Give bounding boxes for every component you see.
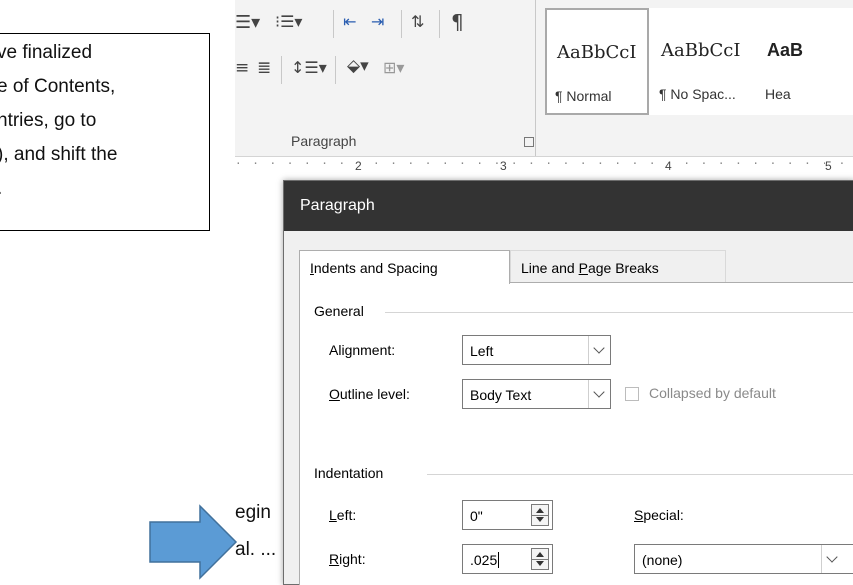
ruler-number: 5	[825, 159, 832, 173]
callout-line: .	[0, 178, 2, 200]
line-spacing-icon[interactable]: ↕☰▾	[291, 58, 327, 77]
spin-buttons-icon[interactable]	[531, 548, 549, 570]
label-text: nment:	[352, 342, 396, 358]
tab-label: Line and	[521, 260, 579, 276]
paragraph-group-label: Paragraph	[291, 133, 357, 149]
collapsed-by-default-checkbox[interactable]	[625, 387, 639, 401]
alignment-label: Alignment:	[329, 342, 395, 358]
label-accel: L	[329, 507, 337, 523]
ribbon: ☰▾ ⁝☰▾ ⇤ ⇥ ⇅ ¶ ≡ ≣ ↕☰▾ ⬙▾ ⊞▾ Paragraph A…	[235, 0, 853, 157]
show-formatting-pilcrow-icon[interactable]: ¶	[451, 10, 464, 34]
label-text: pecial:	[643, 507, 684, 523]
style-name: Hea	[765, 86, 791, 102]
indentation-divider	[427, 474, 853, 475]
ruler-number: 4	[665, 159, 672, 173]
style-no-spacing[interactable]: AaBbCcI ¶ No Spac...	[651, 8, 755, 115]
decrease-indent-icon[interactable]: ⇤	[343, 12, 356, 31]
right-indent-value: .025	[470, 552, 500, 568]
label-accel: O	[329, 386, 340, 402]
ruler-number: 3	[500, 159, 507, 173]
label-text: Ali	[329, 342, 345, 358]
tab-label: age Breaks	[587, 260, 659, 276]
right-indent-label: Right:	[329, 551, 366, 567]
dialog-titlebar[interactable]: Paragraph	[284, 181, 853, 231]
label-text: ight:	[339, 551, 366, 567]
indents-spacing-panel: General Alignment: Left Outline level: B…	[299, 282, 853, 585]
ruler-number: 2	[355, 159, 362, 173]
tab-label: ndents and Spacing	[313, 260, 438, 276]
callout-line: ntries, go to	[0, 110, 97, 131]
paragraph-dialog: Paragraph Indents and Spacing Line and P…	[283, 180, 853, 585]
tab-label-accel: P	[578, 260, 588, 276]
tab-line-and-page-breaks[interactable]: Line and Page Breaks	[510, 250, 726, 282]
special-select[interactable]: (none)	[634, 544, 853, 574]
borders-icon[interactable]: ⊞▾	[383, 58, 404, 77]
pointer-arrow-icon	[149, 504, 238, 580]
left-indent-label: Left:	[329, 507, 356, 523]
style-normal[interactable]: AaBbCcI ¶ Normal	[545, 8, 649, 115]
callout-line: ve finalized	[0, 42, 93, 63]
align-right-icon[interactable]: ≡	[235, 58, 249, 78]
styles-gallery: AaBbCcI ¶ Normal AaBbCcI ¶ No Spac... Aa…	[545, 8, 853, 115]
label-accel: S	[634, 507, 644, 523]
label-text: utline level:	[339, 386, 410, 402]
style-heading[interactable]: AaB Hea	[757, 8, 853, 115]
collapsed-by-default-label: Collapsed by default	[649, 385, 776, 401]
sort-icon[interactable]: ⇅	[411, 12, 424, 31]
right-indent-text: .025	[470, 552, 498, 568]
left-indent-value: 0"	[470, 508, 483, 524]
general-heading: General	[314, 303, 364, 319]
indentation-heading: Indentation	[314, 465, 384, 481]
text-caret	[498, 552, 500, 568]
left-indent-spinner[interactable]: 0"	[462, 500, 553, 530]
ruler-ticks: · · · · · · · · · · · · · · · · · · · · …	[235, 157, 853, 170]
increase-indent-icon[interactable]: ⇥	[371, 12, 384, 31]
alignment-select[interactable]: Left	[462, 335, 611, 365]
special-label: Special:	[634, 507, 684, 523]
chevron-down-icon[interactable]	[588, 336, 610, 364]
special-value: (none)	[642, 552, 683, 568]
tab-indents-and-spacing[interactable]: Indents and Spacing	[299, 250, 510, 284]
alignment-value: Left	[470, 343, 494, 359]
chevron-down-icon[interactable]	[588, 380, 610, 408]
shading-icon[interactable]: ⬙▾	[347, 56, 369, 76]
outline-level-select[interactable]: Body Text	[462, 379, 611, 409]
horizontal-ruler: · · · · · · · · · · · · · · · · · · · · …	[235, 157, 853, 177]
callout-line: ), and shift the	[0, 144, 118, 165]
bullets-icon[interactable]: ☰▾	[235, 12, 260, 33]
multilevel-list-icon[interactable]: ⁝☰▾	[275, 12, 302, 31]
dialog-title: Paragraph	[300, 197, 375, 214]
style-sample: AaBbCcI	[661, 40, 741, 61]
outline-level-value: Body Text	[470, 387, 532, 403]
right-indent-spinner[interactable]: .025	[462, 544, 553, 574]
instruction-callout: ve finalized e of Contents, ntries, go t…	[0, 33, 210, 231]
document-text: egin	[235, 502, 271, 523]
style-name: ¶ No Spac...	[659, 86, 736, 102]
label-text: eft:	[336, 507, 357, 523]
justify-icon[interactable]: ≣	[257, 58, 271, 78]
callout-line: e of Contents,	[0, 76, 116, 97]
spin-buttons-icon[interactable]	[531, 504, 549, 526]
style-sample: AaB	[767, 40, 804, 60]
chevron-down-icon[interactable]	[821, 545, 843, 573]
style-name: ¶ Normal	[555, 88, 612, 104]
general-divider	[385, 312, 853, 313]
label-accel: R	[329, 551, 340, 567]
document-text: al. ...	[235, 539, 277, 560]
outline-level-label: Outline level:	[329, 386, 410, 402]
style-sample: AaBbCcI	[557, 42, 637, 63]
paragraph-dialog-launcher-icon[interactable]	[524, 137, 534, 147]
